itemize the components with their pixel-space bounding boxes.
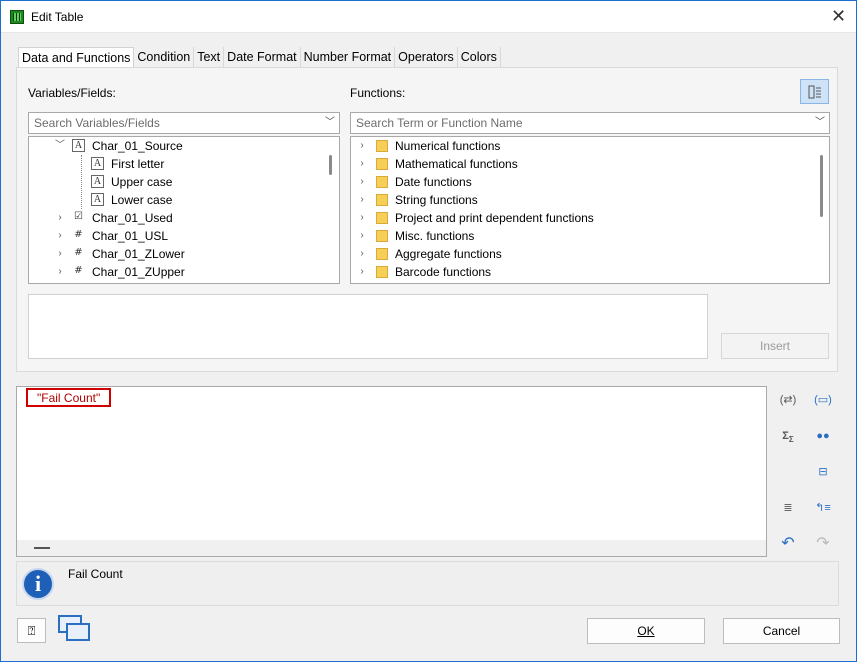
help-button[interactable]: ⍰ bbox=[17, 618, 46, 643]
boolean-field-icon: ☑ bbox=[72, 211, 85, 224]
info-panel: i Fail Count bbox=[16, 561, 839, 606]
scrollbar[interactable] bbox=[329, 155, 332, 175]
tab-condition[interactable]: Condition bbox=[134, 47, 195, 68]
tab-text[interactable]: Text bbox=[194, 47, 225, 68]
tab-strip: Data and Functions Condition Text Date F… bbox=[18, 47, 501, 69]
function-description-box bbox=[28, 294, 708, 359]
info-icon: i bbox=[22, 568, 54, 600]
folder-icon bbox=[376, 248, 388, 260]
scrollbar[interactable] bbox=[820, 155, 823, 217]
folder-icon bbox=[376, 194, 388, 206]
folder-icon bbox=[376, 158, 388, 170]
expression-text[interactable]: "Fail Count" bbox=[26, 388, 112, 407]
tab-number-format[interactable]: Number Format bbox=[300, 47, 396, 68]
tab-colors[interactable]: Colors bbox=[457, 47, 501, 68]
insert-variable-icon[interactable]: (▭) bbox=[812, 389, 834, 411]
insert-field-icon[interactable]: ⊟ bbox=[812, 461, 834, 483]
windows-icon[interactable] bbox=[58, 615, 92, 643]
folder-icon bbox=[376, 230, 388, 242]
variables-label: Variables/Fields: bbox=[28, 86, 116, 100]
edit-table-dialog: Edit Table ✕ Data and Functions Conditio… bbox=[0, 0, 857, 662]
title-bar: Edit Table ✕ bbox=[1, 1, 856, 33]
text-field-icon: A bbox=[91, 193, 104, 206]
users-icon[interactable]: ●● bbox=[812, 425, 834, 447]
chevron-right-icon[interactable]: › bbox=[357, 209, 367, 227]
folder-icon bbox=[376, 266, 388, 278]
redo-icon[interactable]: ↷ bbox=[812, 533, 834, 555]
format-lines-icon[interactable]: ≣ bbox=[777, 497, 799, 519]
chevron-right-icon[interactable]: › bbox=[357, 263, 367, 281]
expression-editor[interactable]: "Fail Count" bbox=[16, 386, 767, 557]
help-icon: ⍰ bbox=[27, 623, 36, 638]
chevron-right-icon[interactable]: › bbox=[357, 191, 367, 209]
sum-icon[interactable]: ΣΣ bbox=[777, 425, 799, 447]
folder-icon bbox=[376, 140, 388, 152]
undo-icon[interactable]: ↶ bbox=[777, 533, 799, 555]
ok-button[interactable]: OK bbox=[587, 618, 705, 644]
numeric-field-icon: # bbox=[72, 247, 85, 260]
tab-date-format[interactable]: Date Format bbox=[224, 47, 301, 68]
chevron-down-icon[interactable]: ﹀ bbox=[55, 137, 65, 155]
text-field-icon: A bbox=[72, 139, 85, 152]
text-field-icon: A bbox=[91, 157, 104, 170]
chevron-right-icon[interactable]: › bbox=[357, 137, 367, 155]
text-field-icon: A bbox=[91, 175, 104, 188]
wrap-expression-icon[interactable]: (⇄) bbox=[777, 389, 799, 411]
table-app-icon bbox=[10, 10, 24, 24]
chevron-right-icon[interactable]: › bbox=[357, 245, 367, 263]
window-title: Edit Table bbox=[31, 10, 84, 24]
folder-icon bbox=[376, 176, 388, 188]
variables-tree[interactable]: ﹀ A Char_01_Source A First letter A Uppe… bbox=[28, 136, 340, 284]
chevron-down-icon[interactable]: ﹀ bbox=[815, 113, 825, 133]
folder-icon bbox=[376, 212, 388, 224]
functions-search-input[interactable]: Search Term or Function Name ﹀ bbox=[350, 112, 830, 134]
numeric-field-icon: # bbox=[72, 265, 85, 278]
tab-operators[interactable]: Operators bbox=[395, 47, 458, 68]
editor-status-strip bbox=[17, 540, 766, 556]
functions-tree[interactable]: › Numerical functions › Mathematical fun… bbox=[350, 136, 830, 284]
info-text: Fail Count bbox=[68, 567, 123, 581]
view-toggle-button[interactable] bbox=[800, 79, 829, 104]
chevron-down-icon[interactable]: ﹀ bbox=[325, 113, 335, 133]
list-view-icon bbox=[808, 85, 821, 99]
chevron-right-icon[interactable]: › bbox=[357, 155, 367, 173]
insert-button[interactable]: Insert bbox=[721, 333, 829, 359]
numeric-field-icon: # bbox=[72, 229, 85, 242]
chevron-right-icon[interactable]: › bbox=[55, 227, 65, 245]
chevron-right-icon[interactable]: › bbox=[55, 245, 65, 263]
functions-label: Functions: bbox=[350, 86, 406, 100]
chevron-right-icon[interactable]: › bbox=[357, 173, 367, 191]
chevron-right-icon[interactable]: › bbox=[55, 209, 65, 227]
cancel-button[interactable]: Cancel bbox=[723, 618, 840, 644]
close-icon[interactable]: ✕ bbox=[831, 6, 846, 26]
unformat-lines-icon[interactable]: ↰≡ bbox=[812, 497, 834, 519]
chevron-right-icon[interactable]: › bbox=[357, 227, 367, 245]
minimize-icon[interactable] bbox=[34, 547, 50, 549]
chevron-right-icon[interactable]: › bbox=[55, 263, 65, 281]
tab-data-and-functions[interactable]: Data and Functions bbox=[18, 47, 135, 69]
variables-search-input[interactable]: Search Variables/Fields ﹀ bbox=[28, 112, 340, 134]
